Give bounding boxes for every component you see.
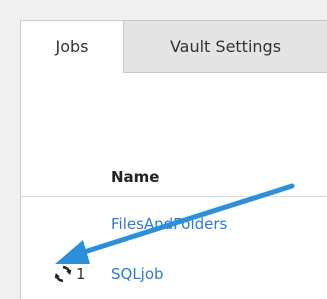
- tab-label: Vault Settings: [169, 37, 282, 56]
- tab-label: Jobs: [55, 37, 89, 56]
- table-row[interactable]: 1 SQLjob: [20, 256, 327, 292]
- column-header-name[interactable]: Name: [111, 168, 159, 186]
- tab-vault-settings[interactable]: Vault Settings: [124, 20, 327, 72]
- app-window: Vault Settings Jobs Name FilesAndFolders…: [0, 0, 327, 299]
- job-link[interactable]: FilesAndFolders: [111, 215, 227, 233]
- tab-jobs[interactable]: Jobs: [20, 20, 124, 73]
- run-count: 1: [76, 265, 86, 283]
- header-divider: [20, 196, 327, 197]
- job-link[interactable]: SQLjob: [111, 265, 164, 283]
- refresh-icon[interactable]: [54, 265, 72, 283]
- table-row[interactable]: FilesAndFolders: [20, 206, 327, 242]
